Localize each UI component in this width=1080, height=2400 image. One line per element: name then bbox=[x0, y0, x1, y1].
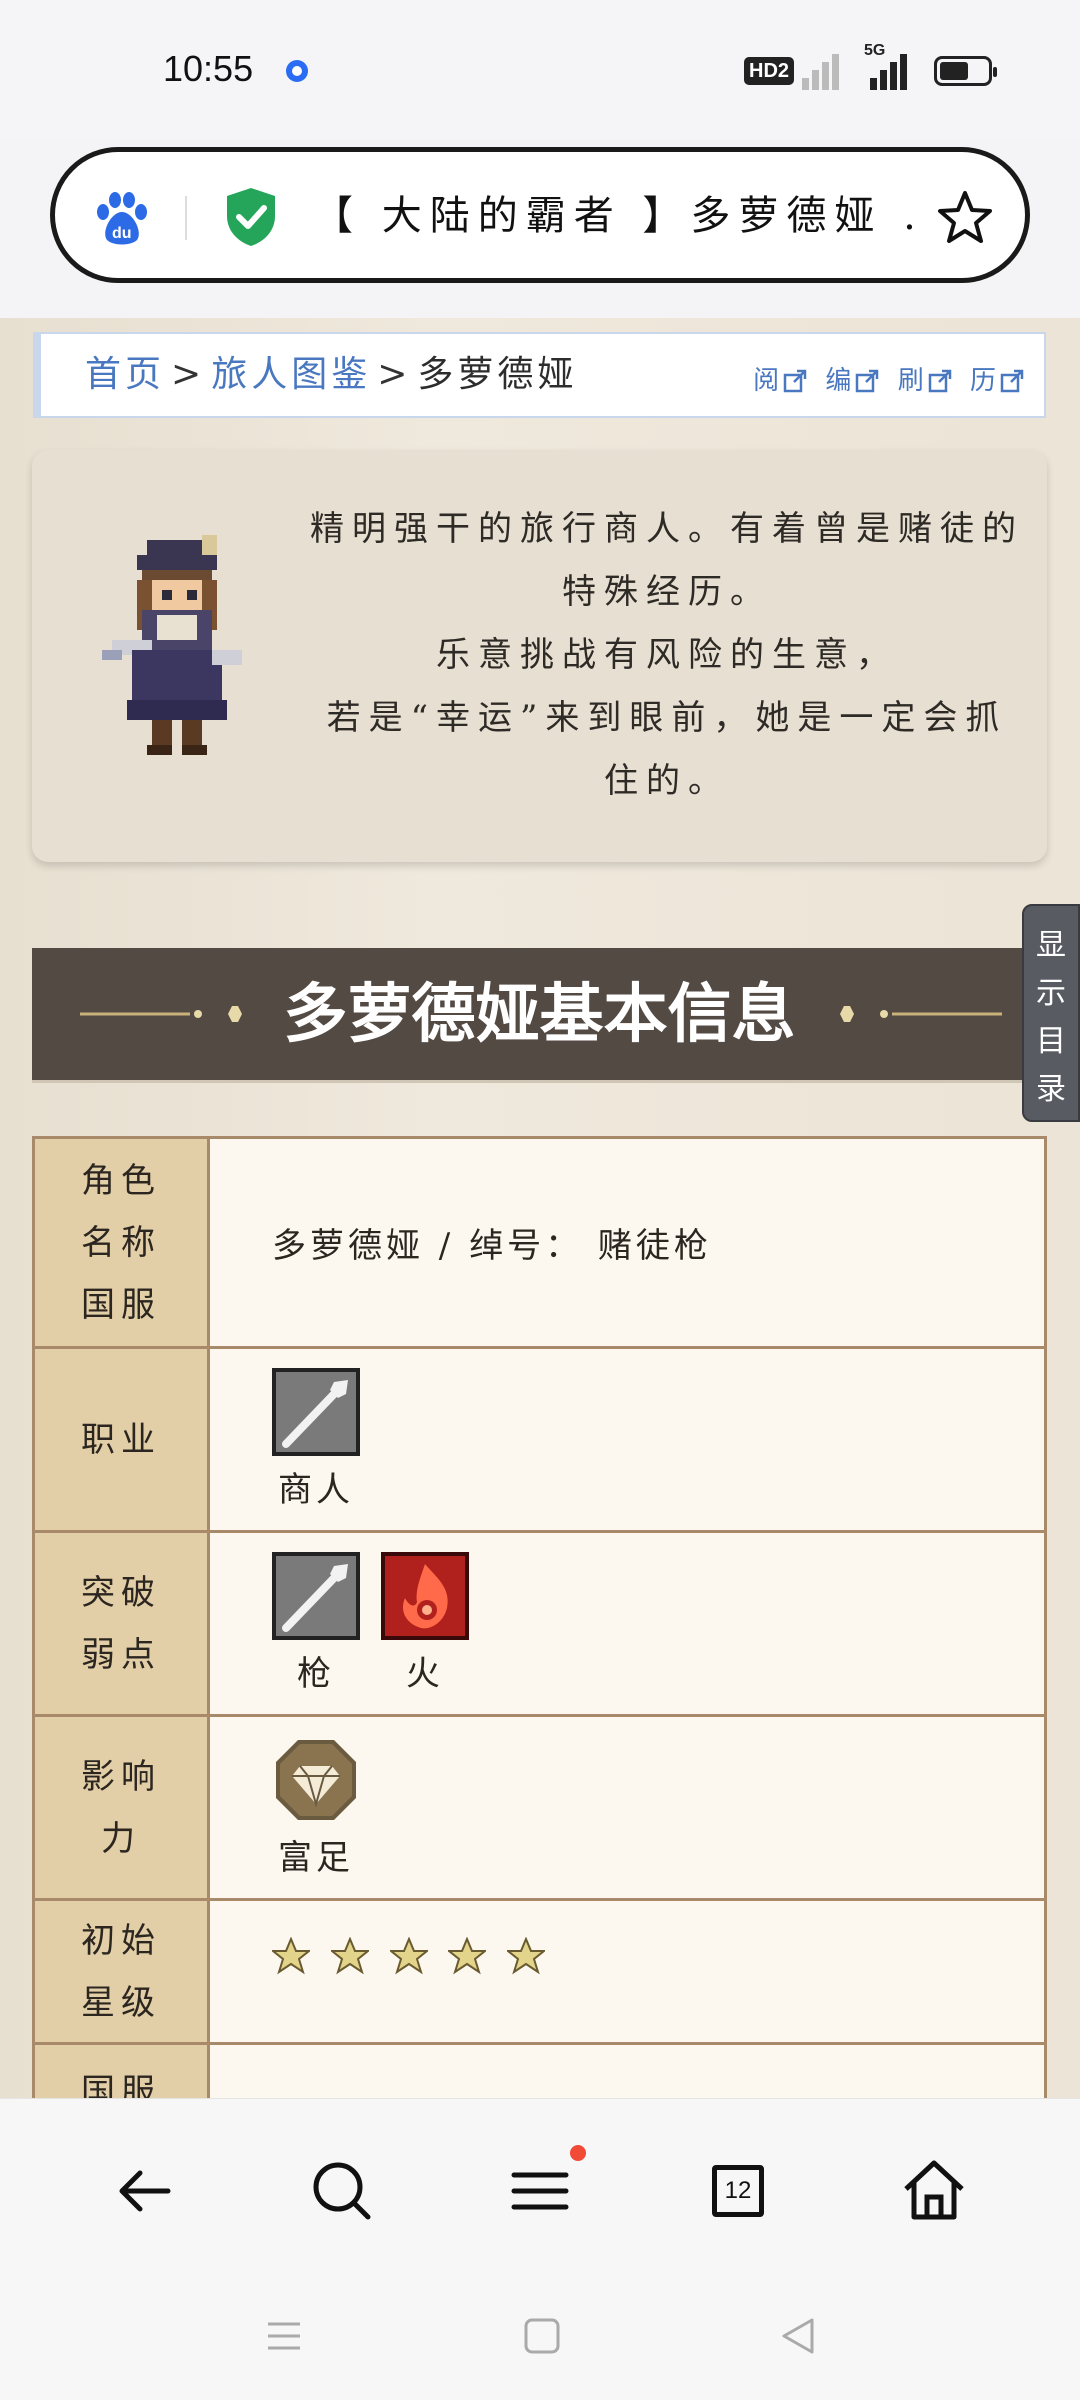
svg-text:du: du bbox=[112, 225, 132, 242]
tool-edit-link[interactable]: 编 bbox=[825, 366, 879, 396]
fire-icon bbox=[380, 1552, 469, 1640]
weakness-spear[interactable]: 枪 bbox=[272, 1552, 360, 1695]
bookmark-star-icon[interactable] bbox=[935, 188, 995, 248]
star-icon bbox=[446, 1936, 489, 1975]
table-row: 角色 名称 国服 多萝德娅 / 绰号： 赌徒枪 bbox=[32, 1136, 1047, 1349]
address-bar[interactable]: du 【 大陆的霸者 】多萝德娅 ... bbox=[50, 147, 1030, 283]
star-rating bbox=[270, 1936, 1043, 1984]
app-notification-icon bbox=[286, 60, 308, 82]
wiki-page: 首页 > 旅人图鉴 > 多萝德娅 阅 编 刷 历 精明强干的旅行商人。有着曾是赌… bbox=[0, 318, 1080, 2098]
tool-history-link[interactable]: 历 bbox=[970, 366, 1024, 396]
tabs-icon[interactable]: 12 bbox=[698, 2151, 778, 2231]
gem-icon bbox=[276, 1740, 356, 1820]
signal-sim2-icon: 5G bbox=[864, 42, 916, 90]
browser-bottom-nav: 12 bbox=[0, 2098, 1080, 2281]
external-link-icon bbox=[856, 369, 879, 393]
character-description: 精明强干的旅行商人。有着曾是赌徒的 特殊经历。 乐意挑战有风险的生意， 若是“幸… bbox=[310, 509, 1024, 801]
menu-icon[interactable] bbox=[500, 2151, 580, 2231]
tool-refresh-link[interactable]: 刷 bbox=[898, 366, 952, 396]
back-icon[interactable] bbox=[106, 2151, 186, 2231]
row-label: 职业 bbox=[32, 1346, 210, 1533]
star-icon bbox=[505, 1936, 548, 1975]
breadcrumb-current: 多萝德娅 bbox=[417, 354, 578, 395]
character-intro-card: 精明强干的旅行商人。有着曾是赌徒的 特殊经历。 乐意挑战有风险的生意， 若是“幸… bbox=[32, 450, 1047, 862]
show-toc-button[interactable]: 显 示 目 录 bbox=[1022, 904, 1080, 1122]
signal-sim1-icon bbox=[800, 50, 850, 90]
star-icon bbox=[270, 1936, 312, 1975]
star-icon bbox=[328, 1936, 371, 1975]
character-sprite bbox=[102, 535, 242, 755]
breadcrumb-home-link[interactable]: 首页 bbox=[85, 354, 165, 395]
table-row: 初始 星级 bbox=[32, 1898, 1047, 2045]
breadcrumb: 首页 > 旅人图鉴 > 多萝德娅 阅 编 刷 历 bbox=[33, 332, 1046, 418]
weakness-fire[interactable]: 火 bbox=[380, 1552, 469, 1695]
breadcrumb-separator: > bbox=[377, 354, 412, 395]
character-info-table: 角色 名称 国服 多萝德娅 / 绰号： 赌徒枪 职业 商人 突破 弱点 枪 火 … bbox=[32, 1136, 1047, 2098]
spear-icon bbox=[272, 1368, 360, 1456]
battery-icon bbox=[934, 56, 997, 86]
system-navigation-bar bbox=[0, 2280, 1080, 2400]
search-icon[interactable] bbox=[302, 2151, 382, 2231]
external-link-icon bbox=[928, 369, 951, 393]
baidu-logo-icon[interactable]: du bbox=[93, 190, 151, 246]
status-bar: 10:55 HD2 5G bbox=[0, 0, 1080, 140]
row-label: 国服 bbox=[32, 2042, 210, 2098]
table-row: 突破 弱点 枪 火 bbox=[32, 1530, 1047, 1717]
hd-voice-icon: HD2 bbox=[744, 57, 795, 85]
section-header: 多萝德娅基本信息 bbox=[32, 948, 1047, 1083]
home-icon[interactable] bbox=[894, 2151, 974, 2231]
table-row: 职业 商人 bbox=[32, 1346, 1047, 1533]
back-nav-icon[interactable] bbox=[776, 2314, 820, 2358]
menu-notification-badge bbox=[570, 2145, 586, 2161]
address-divider bbox=[185, 196, 187, 240]
tool-read-link[interactable]: 阅 bbox=[753, 366, 807, 396]
spear-icon bbox=[272, 1552, 360, 1640]
security-shield-icon[interactable] bbox=[223, 186, 279, 248]
home-nav-icon[interactable] bbox=[520, 2314, 564, 2358]
ornament-right-icon bbox=[826, 1006, 1002, 1022]
tab-count: 12 bbox=[712, 2165, 764, 2217]
page-tools: 阅 编 刷 历 bbox=[743, 360, 1024, 397]
star-icon bbox=[387, 1936, 430, 1975]
table-row: 国服 bbox=[32, 2042, 1047, 2098]
table-row: 影响 力 富足 bbox=[32, 1714, 1047, 1901]
influence-wealth[interactable]: 富足 bbox=[272, 1736, 360, 1879]
row-label: 突破 弱点 bbox=[32, 1530, 210, 1717]
character-name-value: 多萝德娅 / 绰号： 赌徒枪 bbox=[207, 1136, 1047, 1349]
external-link-icon bbox=[1000, 369, 1024, 393]
job-merchant[interactable]: 商人 bbox=[272, 1368, 360, 1511]
row-label: 影响 力 bbox=[32, 1714, 210, 1901]
recent-apps-icon[interactable] bbox=[262, 2314, 306, 2358]
breadcrumb-section-link[interactable]: 旅人图鉴 bbox=[211, 354, 371, 395]
breadcrumb-separator: > bbox=[171, 354, 206, 395]
external-link-icon bbox=[783, 369, 807, 393]
status-time: 10:55 bbox=[163, 48, 254, 89]
page-title[interactable]: 【 大陆的霸者 】多萝德娅 ... bbox=[313, 186, 923, 246]
row-label: 角色 名称 国服 bbox=[32, 1136, 210, 1349]
row-label: 初始 星级 bbox=[32, 1898, 210, 2045]
